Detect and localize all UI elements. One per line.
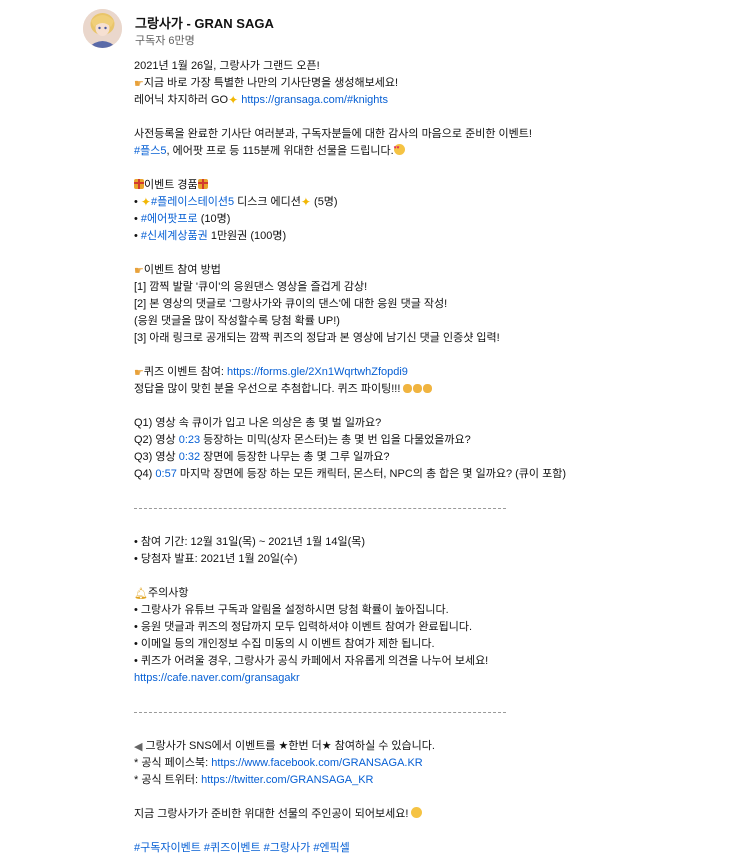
- fist-icon: [423, 384, 433, 393]
- pointing-hand-icon: ☛: [134, 78, 144, 90]
- sparkle-icon: ✦: [228, 93, 239, 107]
- pointing-hand-icon: ☛: [134, 367, 144, 379]
- divider: [134, 500, 734, 517]
- subscriber-count: 구독자 6만명: [135, 35, 195, 47]
- notice-item: • 퀴즈가 어려울 경우, 그랑사가 공식 카페에서 자유롭게 의견을 나누어 …: [134, 655, 489, 667]
- quiz-question: Q3) 영상 0:32 장면에 등장한 나무는 총 몇 그루 일까요?: [134, 451, 390, 463]
- cafe-link[interactable]: https://cafe.naver.com/gransagakr: [134, 672, 300, 684]
- smile-icon: [411, 807, 423, 818]
- divider: [134, 704, 734, 721]
- desc-line: * 공식 페이스북: https://www.facebook.com/GRAN…: [134, 757, 423, 769]
- gift-icon: [197, 179, 208, 189]
- desc-line: [2] 본 영상의 댓글로 '그랑사가와 큐이의 댄스'에 대한 응원 댓글 작…: [134, 298, 448, 310]
- channel-avatar[interactable]: [83, 9, 122, 48]
- desc-line: https://cafe.naver.com/gransagakr: [134, 670, 734, 687]
- video-description: 2021년 1월 26일, 그랑사가 그랜드 오픈! ☛지금 바로 가장 특별한…: [134, 58, 734, 857]
- desc-line: • 참여 기간: 12월 31일(목) ~ 2021년 1월 14일(목): [134, 536, 366, 548]
- quiz-line: ☛퀴즈 이벤트 참여: https://forms.gle/2Xn1Wqrtwh…: [134, 366, 408, 379]
- desc-line: • 당첨자 발표: 2021년 1월 20일(수): [134, 553, 298, 565]
- hashtags: #구독자이벤트 #퀴즈이벤트 #그랑사가 #엔픽셀: [134, 840, 734, 857]
- channel-name[interactable]: 그랑사가 - GRAN SAGA: [135, 13, 274, 32]
- gift-icon: [134, 179, 144, 189]
- desc-line: [3] 아래 링크로 공개되는 깜짝 퀴즈의 정답과 본 영상에 남기신 댓글 …: [134, 332, 500, 344]
- notice-title: 🔔︎주의사항: [134, 587, 189, 600]
- desc-line: #플스5, 에어팟 프로 등 115분께 위대한 선물을 드립니다.: [134, 143, 734, 160]
- facebook-link[interactable]: https://www.facebook.com/GRANSAGA.KR: [211, 757, 423, 769]
- quiz-form-link[interactable]: https://forms.gle/2Xn1WqrtwhZfopdi9: [227, 366, 408, 378]
- timestamp-link[interactable]: 0:57: [155, 468, 176, 480]
- hashtag-link[interactable]: #신세계상품권: [141, 230, 208, 242]
- fist-icon: [403, 384, 413, 393]
- pointing-hand-icon: ☛: [134, 265, 144, 277]
- sparkle-icon: ✦: [300, 195, 311, 209]
- sparkle-icon: ✦: [140, 195, 151, 209]
- timestamp-link[interactable]: 0:23: [179, 434, 200, 446]
- timestamp-link[interactable]: 0:32: [179, 451, 200, 463]
- desc-line: 2021년 1월 26일, 그랑사가 그랜드 오픈!: [134, 60, 320, 72]
- notice-item: • 응원 댓글과 퀴즈의 정답까지 모두 입력하셔야 이벤트 참여가 완료됩니다…: [134, 621, 473, 633]
- hashtag-links[interactable]: #구독자이벤트 #퀴즈이벤트 #그랑사가 #엔픽셀: [134, 842, 350, 854]
- desc-line: (응원 댓글을 많이 작성할수록 당첨 확률 UP!): [134, 315, 340, 327]
- desc-line: * 공식 트위터: https://twitter.com/GRANSAGA_K…: [134, 774, 374, 786]
- quiz-question: Q4) 0:57 마지막 장면에 등장 하는 모든 캐릭터, 몬스터, NPC의…: [134, 468, 566, 480]
- desc-line: 레어닉 차지하러 GO✦ https://gransaga.com/#knigh…: [134, 93, 388, 107]
- prize-title: 이벤트 경품: [134, 177, 734, 194]
- notice-item: • 이메일 등의 개인정보 수집 미동의 시 이벤트 참여가 제한 됩니다.: [134, 638, 435, 650]
- notice-item: • 그랑사가 유튜브 구독과 알림을 설정하시면 당첨 확률이 높아집니다.: [134, 604, 449, 616]
- quiz-question: Q1) 영상 속 큐이가 입고 나온 의상은 총 몇 벌 일까요?: [134, 417, 382, 429]
- prize-item: • #신세계상품권 1만원권 (100명): [134, 230, 287, 242]
- bell-icon: 🔔︎: [134, 588, 148, 600]
- knights-link[interactable]: https://gransaga.com/#knights: [241, 94, 388, 106]
- desc-line: 지금 그랑사가가 준비한 위대한 선물의 주인공이 되어보세요!: [134, 806, 734, 823]
- hashtag-link[interactable]: #에어팟프로: [141, 213, 198, 225]
- prize-item: • ✦#플레이스테이션5 디스크 에디션✦ (5명): [134, 195, 338, 209]
- desc-line: 사전등록을 완료한 기사단 여러분과, 구독자분들에 대한 감사의 마음으로 준…: [134, 128, 532, 140]
- desc-line: ☛지금 바로 가장 특별한 나만의 기사단명을 생성해보세요!: [134, 77, 399, 90]
- fist-icon: [413, 384, 423, 393]
- hashtag-link[interactable]: #플레이스테이션5: [151, 196, 234, 208]
- heart-eyes-icon: [393, 144, 405, 155]
- prize-item: • #에어팟프로 (10명): [134, 213, 231, 225]
- desc-line: ◀ 그랑사가 SNS에서 이벤트를 ★한번 더★ 참여하실 수 있습니다.: [134, 740, 435, 753]
- quiz-question: Q2) 영상 0:23 등장하는 미믹(상자 몬스터)는 총 몇 번 입을 다물…: [134, 434, 471, 446]
- how-title: ☛이벤트 참여 방법: [134, 264, 221, 277]
- desc-line: 정답을 많이 맞힌 분을 우선으로 추첨합니다. 퀴즈 파이팅!!!: [134, 381, 734, 398]
- hashtag-link[interactable]: #플스5: [134, 145, 166, 157]
- twitter-link[interactable]: https://twitter.com/GRANSAGA_KR: [201, 774, 373, 786]
- desc-line: [1] 깜찍 발랄 '큐이'의 응원댄스 영상을 즐겁게 감상!: [134, 281, 368, 293]
